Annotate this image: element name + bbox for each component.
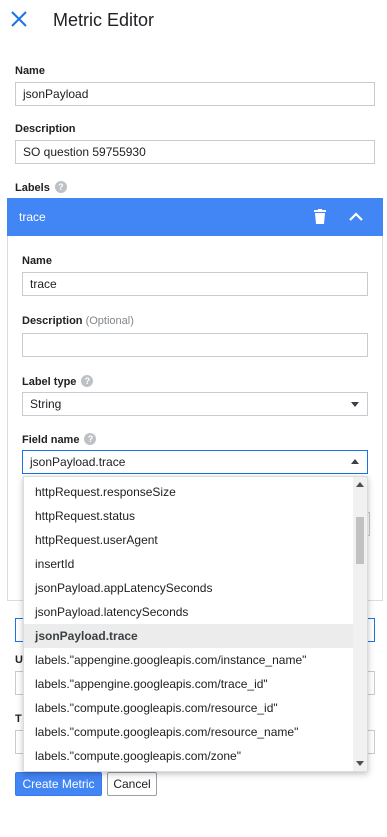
scroll-down-icon[interactable]: [356, 761, 364, 766]
labels-heading-text: Labels: [15, 182, 50, 194]
dropdown-option[interactable]: labels."appengine.googleapis.com/trace_i…: [24, 672, 354, 696]
help-icon[interactable]: ?: [81, 375, 94, 387]
obscured-label: T: [15, 713, 22, 725]
label-name-label: Name: [22, 255, 52, 267]
label-type-value: String: [30, 397, 62, 411]
name-input[interactable]: jsonPayload: [15, 82, 375, 106]
dropdown-option[interactable]: httpRequest.status: [24, 504, 354, 528]
field-name-value: jsonPayload.trace: [30, 455, 126, 469]
chevron-down-icon: [351, 402, 359, 407]
scroll-up-icon[interactable]: [356, 482, 364, 487]
trash-icon[interactable]: [313, 209, 327, 225]
dropdown-option[interactable]: labels."compute.googleapis.com/resource_…: [24, 696, 354, 720]
label-name-input[interactable]: trace: [22, 272, 368, 296]
dropdown-option[interactable]: labels."compute.googleapis.com/resource_…: [24, 720, 354, 744]
field-name-label-text: Field name: [22, 434, 80, 446]
cancel-button[interactable]: Cancel: [107, 772, 157, 796]
header: Metric Editor: [0, 0, 387, 40]
label-type-label: Label type?: [22, 375, 94, 388]
dropdown-option[interactable]: labels."compute.googleapis.com/zone": [24, 744, 354, 768]
field-name-label: Field name?: [22, 433, 97, 446]
dropdown-option[interactable]: labels."appengine.googleapis.com/instanc…: [24, 648, 354, 672]
label-description-label: Description (Optional): [22, 315, 134, 327]
dropdown-scrollbar[interactable]: [353, 477, 367, 771]
label-type-select[interactable]: String: [22, 392, 368, 416]
page-title: Metric Editor: [53, 10, 155, 30]
label-description-label-text: Description: [22, 315, 83, 327]
dropdown-option[interactable]: jsonPayload.trace: [24, 624, 354, 648]
dropdown-option[interactable]: httpRequest.responseSize: [24, 480, 354, 504]
dropdown-option[interactable]: jsonPayload.appLatencySeconds: [24, 576, 354, 600]
name-label: Name: [15, 65, 45, 77]
close-icon[interactable]: [9, 9, 29, 29]
label-panel-header[interactable]: trace: [7, 198, 383, 236]
chevron-up-icon: [351, 459, 359, 464]
chevron-up-icon[interactable]: [347, 208, 365, 226]
labels-heading: Labels?: [15, 181, 67, 194]
scroll-thumb[interactable]: [356, 517, 364, 564]
dropdown-option[interactable]: insertId: [24, 552, 354, 576]
help-icon[interactable]: ?: [54, 181, 67, 193]
label-panel-title: trace: [19, 210, 46, 224]
field-name-dropdown[interactable]: httpRequest.responseSize httpRequest.stat…: [23, 476, 368, 772]
help-icon[interactable]: ?: [84, 433, 97, 445]
field-name-select[interactable]: jsonPayload.trace: [22, 450, 368, 474]
description-label: Description: [15, 123, 76, 135]
obscured-label: U: [15, 654, 23, 666]
optional-hint: (Optional): [85, 315, 134, 327]
dropdown-option[interactable]: httpRequest.userAgent: [24, 528, 354, 552]
create-metric-button[interactable]: Create Metric: [15, 772, 102, 796]
dropdown-option[interactable]: jsonPayload.latencySeconds: [24, 600, 354, 624]
label-description-input[interactable]: [22, 333, 368, 357]
description-input[interactable]: SO question 59755930: [15, 140, 375, 164]
label-type-label-text: Label type: [22, 376, 77, 388]
